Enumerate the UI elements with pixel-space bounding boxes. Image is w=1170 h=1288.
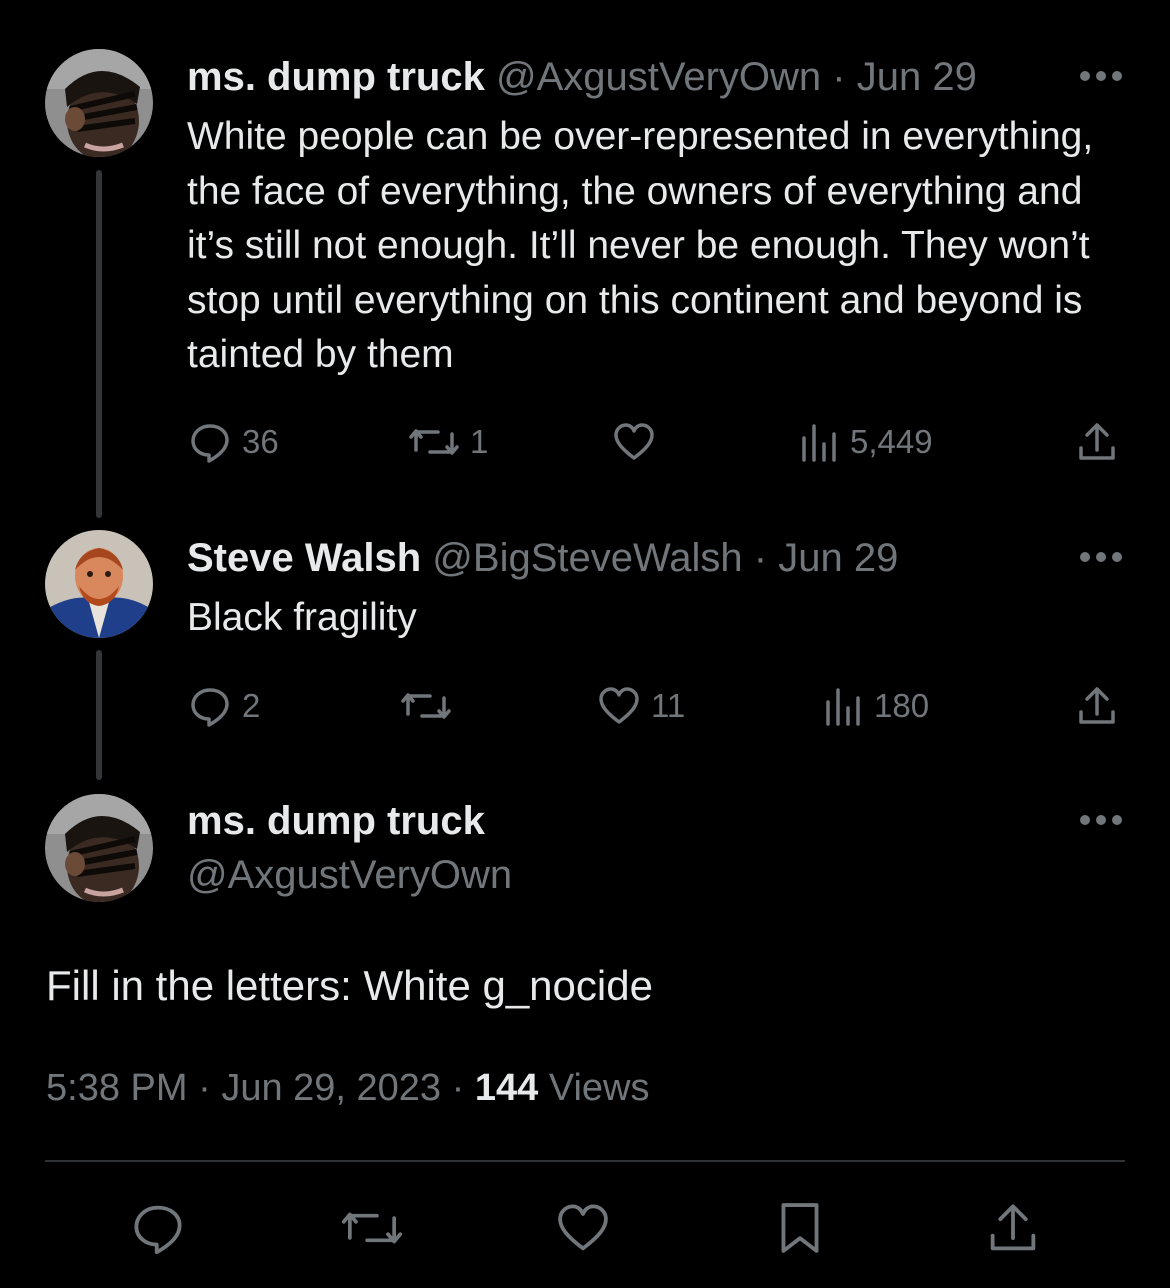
views-count: 144	[474, 1067, 539, 1109]
tweet-text: Black fragility	[187, 596, 417, 639]
share-icon	[1079, 423, 1115, 460]
heart-icon	[558, 1204, 608, 1251]
like-button[interactable]: 11	[597, 682, 685, 730]
separator: ·	[832, 55, 846, 99]
tweet-text: White people can be over-represented in …	[187, 115, 1094, 376]
heart-icon	[614, 423, 654, 460]
share-icon	[1079, 687, 1115, 724]
thread-connector	[96, 650, 102, 780]
like-count: 11	[651, 687, 686, 724]
repost-count: 1	[470, 423, 489, 460]
more-horizontal-icon[interactable]	[1078, 69, 1124, 83]
handle[interactable]: @AxgustVeryOwn	[187, 851, 512, 899]
avatar[interactable]	[45, 49, 153, 157]
repost-icon	[341, 1212, 403, 1244]
repost-icon	[401, 693, 451, 719]
share-button[interactable]	[1075, 682, 1119, 730]
reply-icon	[191, 424, 229, 463]
separator: ·	[451, 1067, 465, 1109]
repost-button[interactable]	[400, 682, 462, 730]
repost-icon	[409, 429, 459, 455]
views-chart-icon	[826, 688, 860, 726]
views-chart-icon	[802, 424, 836, 462]
more-horizontal-icon[interactable]	[1078, 813, 1124, 827]
main-tweet-text: Fill in the letters: White g_nocide	[46, 962, 653, 1009]
handle[interactable]: @AxgustVeryOwn	[496, 55, 821, 99]
tweet-meta: 5:38 PM · Jun 29, 2023 · 144 Views	[46, 1064, 650, 1112]
more-horizontal-icon[interactable]	[1078, 550, 1124, 564]
display-name[interactable]: ms. dump truck	[187, 55, 485, 99]
bookmark-button[interactable]	[772, 1200, 828, 1256]
views-label: Views	[548, 1067, 650, 1109]
separator: ·	[198, 1067, 211, 1109]
views-count: 5,449	[850, 423, 933, 460]
share-button[interactable]	[1075, 418, 1119, 466]
separator: ·	[753, 536, 768, 580]
thread-connector	[96, 170, 102, 518]
share-button[interactable]	[985, 1200, 1041, 1256]
handle[interactable]: @BigSteveWalsh	[432, 536, 742, 580]
reply-count: 36	[242, 423, 279, 460]
divider	[45, 1160, 1125, 1162]
tweet-header: ms. dump truck @AxgustVeryOwn · Jun 29	[187, 53, 977, 101]
tweet-date[interactable]: Jun 29	[857, 55, 977, 99]
display-name[interactable]: ms. dump truck	[187, 799, 485, 843]
reply-count: 2	[242, 687, 261, 724]
share-icon	[990, 1204, 1036, 1251]
repost-button[interactable]: 1	[408, 418, 488, 466]
avatar[interactable]	[45, 794, 153, 902]
views-count: 180	[874, 687, 930, 724]
reply-icon	[191, 688, 229, 727]
like-button[interactable]	[612, 418, 666, 466]
tweet-header: Steve Walsh @BigSteveWalsh · Jun 29	[187, 534, 898, 582]
display-name-row: ms. dump truck	[187, 797, 485, 845]
views-button[interactable]: 5,449	[796, 418, 933, 466]
repost-button[interactable]	[340, 1200, 404, 1256]
reply-button[interactable]: 36	[188, 418, 279, 466]
reply-button[interactable]: 2	[188, 682, 260, 730]
views-button[interactable]: 180	[820, 682, 929, 730]
heart-icon	[599, 687, 639, 724]
display-name[interactable]: Steve Walsh	[187, 536, 421, 580]
tweet-time[interactable]: 5:38 PM	[46, 1067, 188, 1109]
reply-icon	[134, 1205, 182, 1255]
avatar[interactable]	[45, 530, 153, 638]
reply-button[interactable]	[130, 1200, 186, 1256]
tweet-date[interactable]: Jun 29	[778, 536, 898, 580]
bookmark-icon	[781, 1203, 819, 1253]
tweet-full-date[interactable]: Jun 29, 2023	[221, 1067, 441, 1109]
like-button[interactable]	[555, 1200, 611, 1256]
